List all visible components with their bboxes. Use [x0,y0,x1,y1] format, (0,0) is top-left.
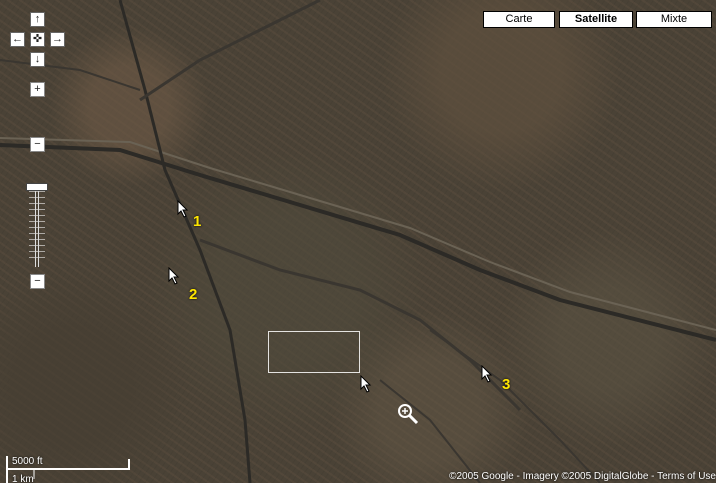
minus-icon: − [34,138,41,150]
zoom-slider-track[interactable] [35,183,39,267]
marker-label-1: 1 [193,213,202,230]
magnifier-zoom-icon [398,404,419,425]
arrow-down-icon: ↓ [34,53,41,65]
pan-down-button[interactable]: ↓ [30,52,45,67]
map-type-mixte-button[interactable]: Mixte [636,11,712,28]
cursor-arrow-icon [481,365,493,383]
arrow-right-icon: → [52,33,63,45]
cursor-arrow-icon [177,200,189,218]
scale-feet-label: 5000 ft [12,456,43,467]
scale-bar: 5000 ft 1 km [6,455,131,483]
highlight-rectangle [268,331,360,373]
marker-label-3: 3 [502,376,511,393]
scale-km-label: 1 km [12,474,34,483]
map-roads-overlay [0,0,716,483]
satellite-map[interactable]: Carte Satellite Mixte ↑ ← ✜ → ↓ + − − 1 … [0,0,716,483]
pan-center-button[interactable]: ✜ [30,32,45,47]
minus-icon: − [34,275,41,287]
pan-up-button[interactable]: ↑ [30,12,45,27]
pan-left-button[interactable]: ← [10,32,25,47]
copyright-text[interactable]: ©2005 Google - Imagery ©2005 DigitalGlob… [449,471,716,482]
cursor-arrow-icon [360,375,372,393]
recenter-icon: ✜ [32,33,43,45]
zoom-in-button[interactable]: − [30,137,45,152]
pan-right-button[interactable]: → [50,32,65,47]
arrow-up-icon: ↑ [34,13,41,25]
marker-label-2: 2 [189,286,198,303]
map-type-satellite-button[interactable]: Satellite [559,11,633,28]
zoom-plus-button[interactable]: + [30,82,45,97]
zoom-out-button[interactable]: − [30,274,45,289]
cursor-arrow-icon [168,267,180,285]
plus-icon: + [34,83,41,95]
zoom-slider-thumb[interactable] [26,183,48,191]
map-type-carte-button[interactable]: Carte [483,11,555,28]
arrow-left-icon: ← [12,33,23,45]
